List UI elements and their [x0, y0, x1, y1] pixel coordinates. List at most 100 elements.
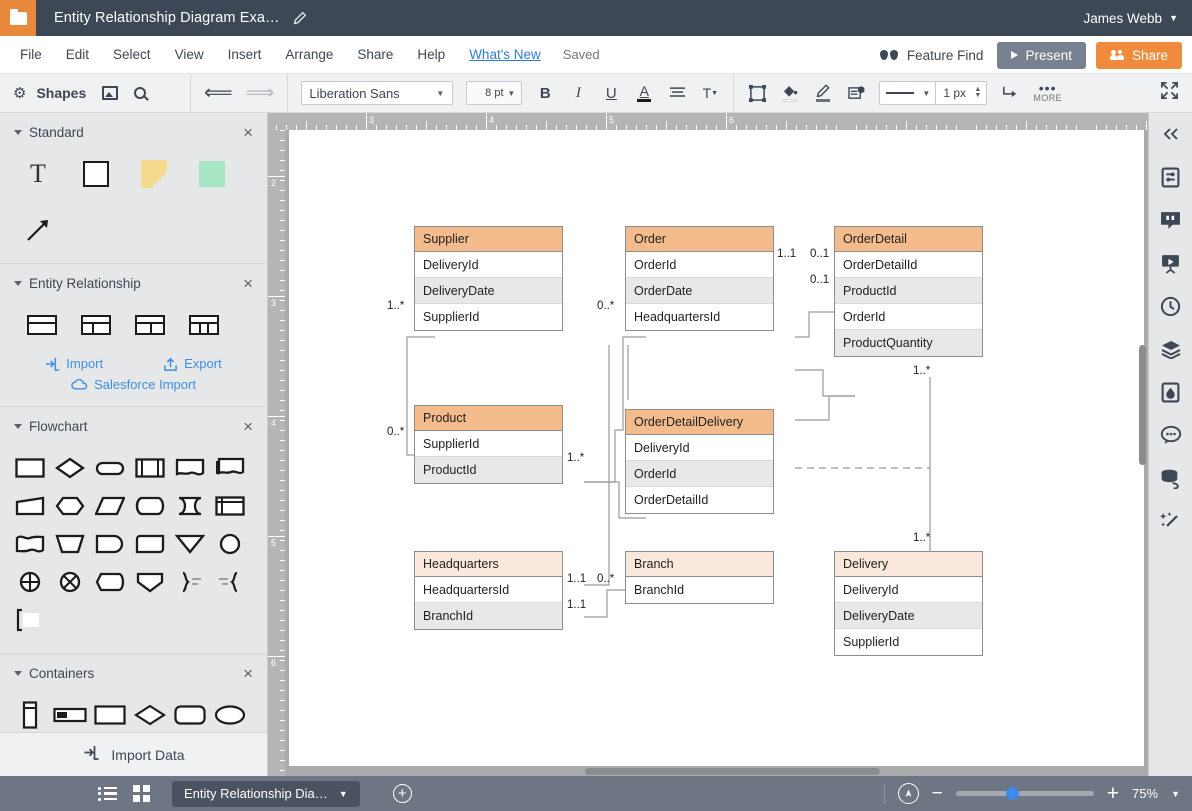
undo-icon[interactable]: ⟸ — [204, 83, 233, 103]
entity-attribute-row[interactable]: SupplierId — [835, 629, 982, 655]
import-data-button[interactable]: Import Data — [0, 732, 268, 776]
entity-attribute-row[interactable]: DeliveryDate — [415, 278, 562, 304]
panel-header-flowchart[interactable]: Flowchart × — [0, 407, 267, 445]
shape-entity-4-col[interactable] — [184, 306, 224, 344]
shape-diamond-container[interactable] — [130, 696, 170, 734]
panel-header-entity-relationship[interactable]: Entity Relationship × — [0, 264, 267, 302]
text-options-button[interactable]: T▼ — [700, 81, 720, 105]
font-family-select[interactable]: Liberation Sans ▼ — [301, 81, 453, 105]
shape-rectangle-container[interactable] — [90, 696, 130, 734]
entity-attribute-row[interactable]: BranchId — [626, 577, 773, 603]
page-tab-active[interactable]: Entity Relationship Dia… ▼ — [172, 781, 360, 807]
shape-terminator[interactable] — [90, 449, 130, 487]
shape-summing-junction[interactable] — [50, 563, 90, 601]
diagram-page[interactable]: SupplierDeliveryIdDeliveryDateSupplierId… — [289, 130, 1144, 766]
close-icon[interactable]: × — [243, 124, 253, 141]
stepper-icon[interactable]: ▲▼ — [974, 87, 981, 99]
shape-horizontal-container[interactable] — [50, 696, 90, 734]
shape-preparation[interactable] — [50, 487, 90, 525]
bold-button[interactable]: B — [535, 81, 555, 105]
theme-icon[interactable] — [1158, 379, 1184, 405]
shape-predefined-process[interactable] — [130, 449, 170, 487]
presentation-icon[interactable] — [1158, 250, 1184, 276]
shape-bracket[interactable] — [10, 601, 50, 639]
menu-item-share[interactable]: Share — [345, 43, 405, 66]
magic-wand-icon[interactable] — [1158, 508, 1184, 534]
entity-attribute-row[interactable]: OrderId — [626, 252, 773, 278]
document-folder-icon[interactable] — [0, 0, 36, 36]
shape-sticky-note[interactable] — [192, 155, 232, 193]
shape-vertical-container[interactable] — [10, 696, 50, 734]
shapes-panel-toggle[interactable]: ⚙ Shapes — [0, 74, 190, 113]
zoom-level-value[interactable]: 75% — [1132, 786, 1158, 801]
entity-attribute-row[interactable]: OrderDetailId — [835, 252, 982, 278]
shape-rounded-container[interactable] — [170, 696, 210, 734]
shape-entity-2-col[interactable] — [76, 306, 116, 344]
vertical-ruler[interactable]: 23456 — [268, 130, 285, 776]
horizontal-ruler[interactable]: 3456 — [268, 113, 1148, 130]
entity-attribute-row[interactable]: OrderDetailId — [626, 487, 773, 513]
line-color-button[interactable] — [813, 81, 833, 105]
shape-delay[interactable] — [90, 525, 130, 563]
font-color-button[interactable]: A — [634, 81, 654, 105]
more-options-button[interactable]: ••• MORE — [1033, 84, 1062, 103]
panel-header-standard[interactable]: Standard × — [0, 113, 267, 151]
shape-extract[interactable] — [130, 563, 170, 601]
revision-history-icon[interactable] — [1158, 293, 1184, 319]
canvas-viewport[interactable]: SupplierDeliveryIdDeliveryDateSupplierId… — [285, 130, 1148, 776]
entity-attribute-row[interactable]: OrderDate — [626, 278, 773, 304]
comment-quote-icon[interactable] — [1158, 207, 1184, 233]
entity-attribute-row[interactable]: OrderId — [626, 461, 773, 487]
line-style-select[interactable]: ▼ — [879, 81, 935, 105]
add-page-icon[interactable]: + — [393, 784, 412, 803]
entity-attribute-row[interactable]: ProductQuantity — [835, 330, 982, 356]
font-size-select[interactable]: 8 pt ▼ — [466, 81, 522, 105]
shape-display[interactable] — [90, 563, 130, 601]
shape-document[interactable] — [170, 449, 210, 487]
search-icon[interactable] — [134, 87, 146, 99]
menu-item-file[interactable]: File — [8, 43, 54, 66]
menu-item-help[interactable]: Help — [405, 43, 457, 66]
list-view-icon[interactable] — [98, 787, 117, 801]
shape-stored-data[interactable] — [170, 487, 210, 525]
entity-attribute-row[interactable]: ProductId — [415, 457, 562, 483]
close-icon[interactable]: × — [243, 665, 253, 682]
entity-attribute-row[interactable]: SupplierId — [415, 304, 562, 330]
shape-left-brace[interactable] — [210, 563, 250, 601]
entity-attribute-row[interactable]: DeliveryId — [415, 252, 562, 278]
shape-connector-circle[interactable] — [210, 525, 250, 563]
italic-button[interactable]: I — [568, 81, 588, 105]
zoom-slider-handle[interactable] — [1006, 787, 1019, 800]
entity-attribute-row[interactable]: SupplierId — [415, 431, 562, 457]
redo-icon[interactable]: ⟹ — [246, 83, 275, 103]
entity-orderdetaildelivery[interactable]: OrderDetailDeliveryDeliveryIdOrderIdOrde… — [625, 409, 774, 514]
entity-orderdetail[interactable]: OrderDetailOrderDetailIdProductIdOrderId… — [834, 226, 983, 357]
chat-icon[interactable] — [1158, 422, 1184, 448]
entity-order[interactable]: OrderOrderIdOrderDateHeadquartersId — [625, 226, 774, 331]
shape-data[interactable] — [90, 487, 130, 525]
entity-attribute-row[interactable]: BranchId — [415, 603, 562, 629]
entity-supplier[interactable]: SupplierDeliveryIdDeliveryDateSupplierId — [414, 226, 563, 331]
menu-item-view[interactable]: View — [163, 43, 216, 66]
entity-branch[interactable]: BranchBranchId — [625, 551, 774, 604]
menu-item-select[interactable]: Select — [101, 43, 163, 66]
data-link-icon[interactable] — [1158, 465, 1184, 491]
entity-attribute-row[interactable]: HeadquartersId — [415, 577, 562, 603]
shape-rectangle[interactable] — [76, 155, 116, 193]
close-icon[interactable]: × — [243, 275, 253, 292]
shape-arrow[interactable] — [18, 211, 58, 249]
line-jump-button[interactable] — [1000, 81, 1020, 105]
document-title[interactable]: Entity Relationship Diagram Exa… — [54, 10, 280, 26]
underline-button[interactable]: U — [601, 81, 621, 105]
document-settings-icon[interactable] — [1158, 164, 1184, 190]
entity-attribute-row[interactable]: DeliveryDate — [835, 603, 982, 629]
chevron-down-icon[interactable]: ▼ — [1171, 789, 1180, 799]
shape-process[interactable] — [10, 449, 50, 487]
user-menu[interactable]: James Webb ▼ — [1084, 0, 1178, 36]
whats-new-link[interactable]: What's New — [457, 43, 553, 66]
shape-alternate-process[interactable] — [130, 525, 170, 563]
shape-entity-3-col[interactable] — [130, 306, 170, 344]
shape-paper-tape[interactable] — [10, 525, 50, 563]
import-link[interactable]: Import — [45, 356, 103, 371]
shape-entity-1-col[interactable] — [22, 306, 62, 344]
